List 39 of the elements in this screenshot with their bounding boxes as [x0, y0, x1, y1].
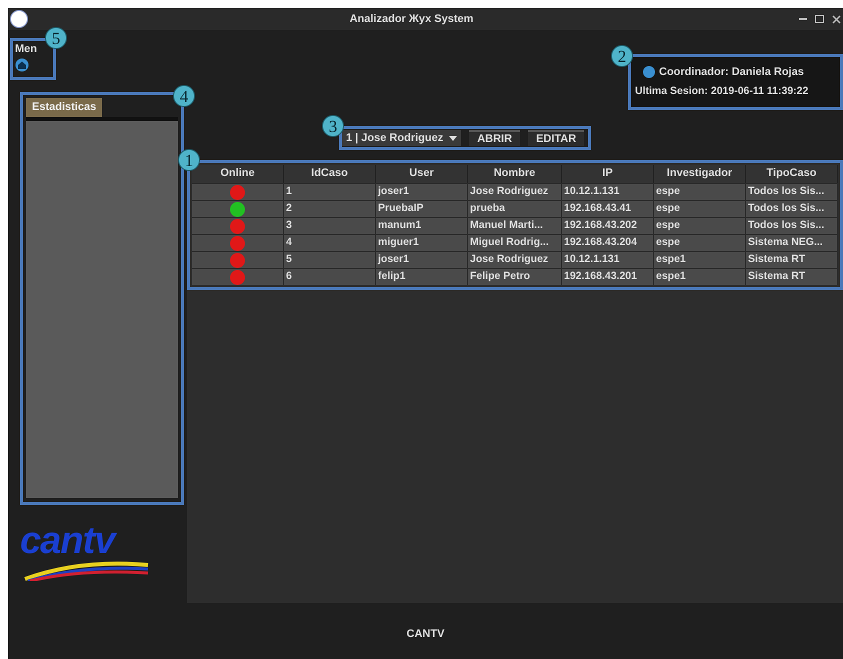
column-header[interactable]: Investigador	[654, 165, 746, 183]
menu-label[interactable]: Men	[15, 41, 37, 58]
callout-number: 4	[173, 85, 195, 107]
table-cell: felip1	[376, 269, 468, 285]
column-header[interactable]: IdCaso	[284, 165, 376, 183]
table-row[interactable]: 3 manum1 Manuel Marti... 192.168.43.202 espe Todos los Sis...	[192, 217, 838, 234]
table-cell: 192.168.43.201	[562, 269, 654, 285]
callout-number: 3	[322, 115, 344, 137]
coordinator-label: Coordinador: Daniela Rojas	[659, 64, 804, 80]
table-cell: 6	[284, 269, 376, 285]
table-row[interactable]: 4 miguer1 Miguel Rodrig... 192.168.43.204 espe Sistema NEG...	[192, 234, 838, 251]
column-header[interactable]: Online	[192, 165, 284, 183]
column-header[interactable]: User	[376, 165, 468, 183]
last-session-label: Ultima Sesion: 2019-06-11 11:39:22	[635, 84, 810, 100]
app-logo-icon	[10, 10, 28, 28]
callout-number: 1	[178, 149, 200, 171]
column-header[interactable]: TipoCaso	[746, 165, 838, 183]
caret-icon	[449, 136, 458, 140]
table-row[interactable]: 6 felip1 Felipe Petro 192.168.43.201 espe1 Sistema RT	[192, 268, 838, 285]
table-row[interactable]: 1 joser1 Jose Rodriguez 10.12.1.131 espe Todos los Sis...	[192, 183, 838, 200]
window-title: Analizador Жух System	[348, 12, 474, 27]
callout-number: 5	[45, 27, 67, 49]
statistics-tab[interactable]: Estadisticas	[26, 98, 102, 116]
table-row[interactable]: 5 joser1 Jose Rodriguez 10.12.1.131 espe1 Sistema RT	[192, 251, 838, 268]
toolbar-button[interactable]: ABRIR	[469, 130, 520, 146]
case-dropdown[interactable]: 1 | Jose Rodriguez	[342, 130, 462, 146]
close-icon[interactable]	[832, 14, 841, 24]
table-cell: Felipe Petro	[468, 269, 562, 285]
column-header[interactable]: IP	[562, 165, 654, 183]
table-cell: espe1	[654, 269, 746, 285]
company-logo: cantv	[20, 523, 160, 583]
home-icon[interactable]	[15, 58, 29, 72]
toolbar-button[interactable]: EDITAR	[528, 130, 584, 146]
table-row[interactable]: 2 PruebaIP prueba 192.168.43.41 espe Todos los Sis...	[192, 200, 838, 217]
column-header[interactable]: Nombre	[468, 165, 562, 183]
maximize-icon[interactable]	[815, 15, 824, 23]
callout-number: 2	[611, 45, 633, 67]
status-bar-text: CANTV	[406, 626, 444, 642]
table-cell: Sistema RT	[746, 269, 838, 285]
